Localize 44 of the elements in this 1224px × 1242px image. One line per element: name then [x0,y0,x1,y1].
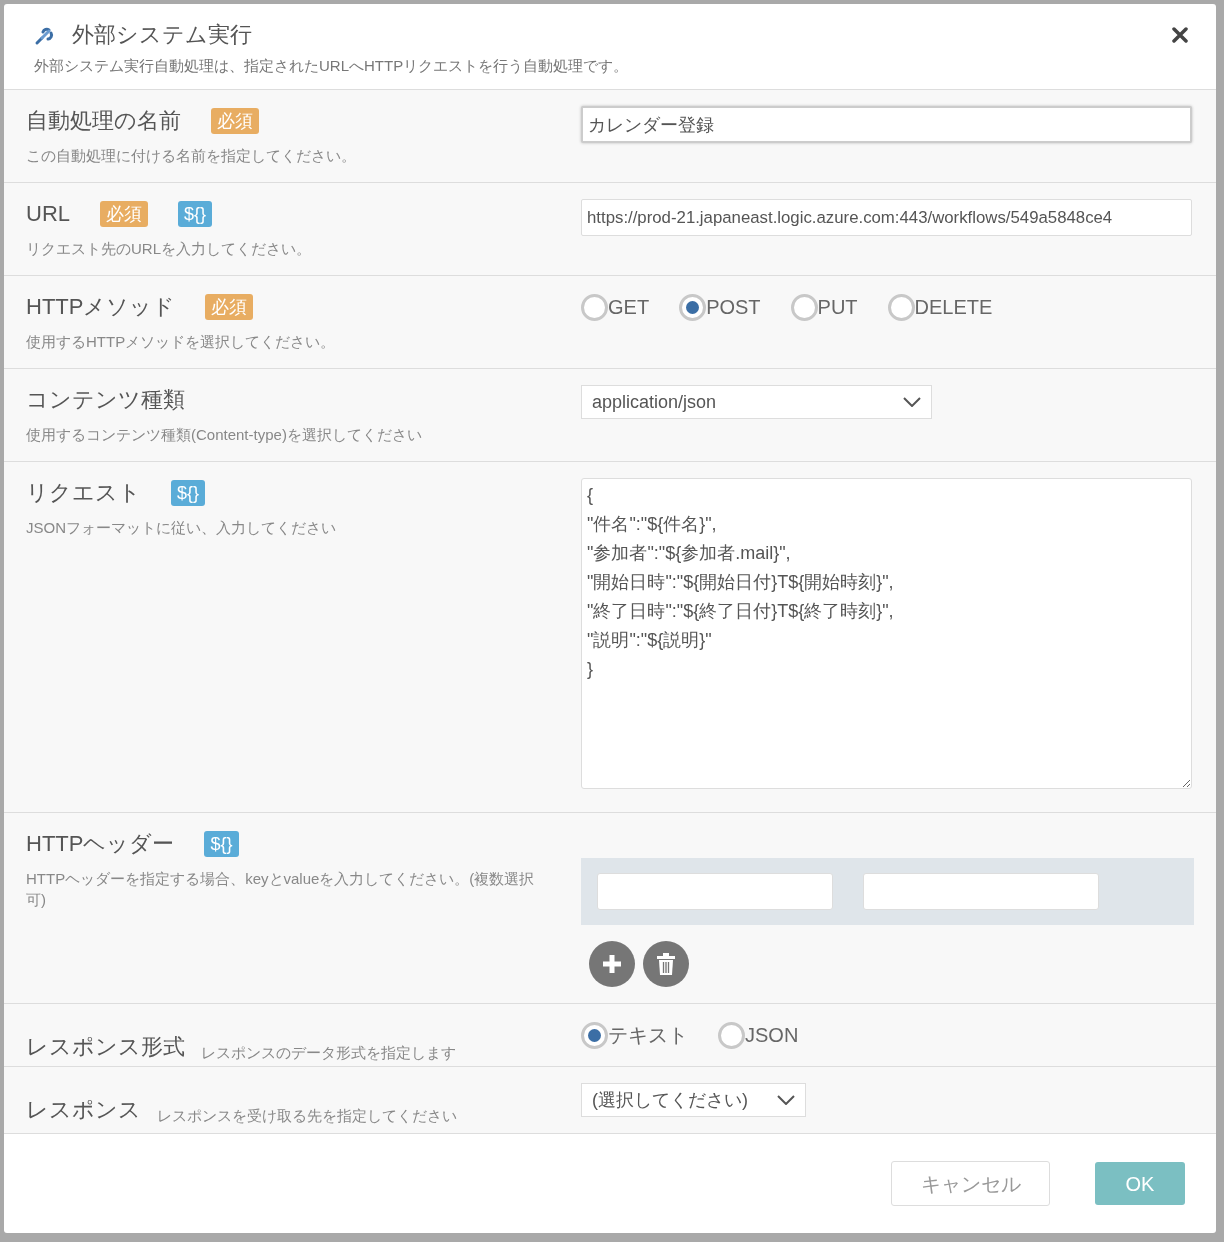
url-field[interactable]: https://prod-21.japaneast.logic.azure.com:443/workflows/549a5848ce4 [581,199,1192,236]
dialog-description: 外部システム実行自動処理は、指定されたURLへHTTPリクエストを行う自動処理です。 [34,56,630,76]
help-text: HTTPヘッダーを指定する場合、keyとvalueを入力してください。(複数選択可) [26,869,536,910]
radio-option[interactable]: テキスト [581,1020,688,1050]
radio-option[interactable]: DELETE [887,292,993,322]
dropdown[interactable]: (選択してください) [581,1083,806,1117]
help-text: 使用するHTTPメソッドを選択してください。 [26,332,337,352]
help-text: レスポンスのデータ形式を指定します [201,1043,456,1063]
variable-tag: ${} [204,830,239,857]
trash-icon [656,952,676,976]
caret-icon [777,1095,795,1105]
radio-option[interactable]: GET [581,292,650,322]
key-field[interactable] [597,873,833,910]
variable-tag: ${} [178,200,213,227]
name-field[interactable]: カレンダー登録 [581,106,1192,143]
field-label: レスポンス [26,1096,141,1124]
help-text: この自動処理に付ける名前を指定してください。 [26,146,357,166]
radio-option[interactable]: PUT [790,292,858,322]
help-text: 使用するコンテンツ種類(Content-type)を選択してください [26,425,423,445]
field-label: コンテンツ種類 [26,386,185,414]
caret-icon [903,397,921,407]
request-body-field[interactable]: { "件名":"${件名}", "参加者":"${参加者.mail}", "開始日時":"${開始日付}T${開始時刻}", "終了日時":"${終了日付}T${終了時刻}", "説明":"${説明}" } [581,478,1192,789]
add-button[interactable] [589,941,635,987]
field-label: リクエスト [26,479,141,507]
required-tag: 必須 [211,107,259,134]
radio-option[interactable]: JSON [718,1020,799,1050]
help-text: リクエスト先のURLを入力してください。 [26,239,312,259]
help-text: レスポンスを受け取る先を指定してください [157,1106,457,1126]
field-label: HTTPヘッダー [26,830,175,858]
field-label: 自動処理の名前 [26,107,181,135]
field-label: URL [26,200,70,228]
dialog-title: 外部システム実行 [72,21,252,49]
field-label: HTTPメソッド [26,293,176,321]
plus-icon [600,952,624,976]
variable-tag: ${} [171,479,206,506]
field-label: レスポンス形式 [26,1033,185,1061]
required-tag: 必須 [205,293,254,320]
radio-option[interactable]: POST [679,292,761,322]
required-tag: 必須 [100,200,148,227]
dropdown[interactable]: application/json [581,385,932,419]
value-field[interactable] [863,873,1099,910]
help-text: JSONフォーマットに従い、入力してください [26,518,337,538]
cancel-button[interactable]: キャンセル [891,1161,1050,1206]
delete-button[interactable] [643,941,689,987]
